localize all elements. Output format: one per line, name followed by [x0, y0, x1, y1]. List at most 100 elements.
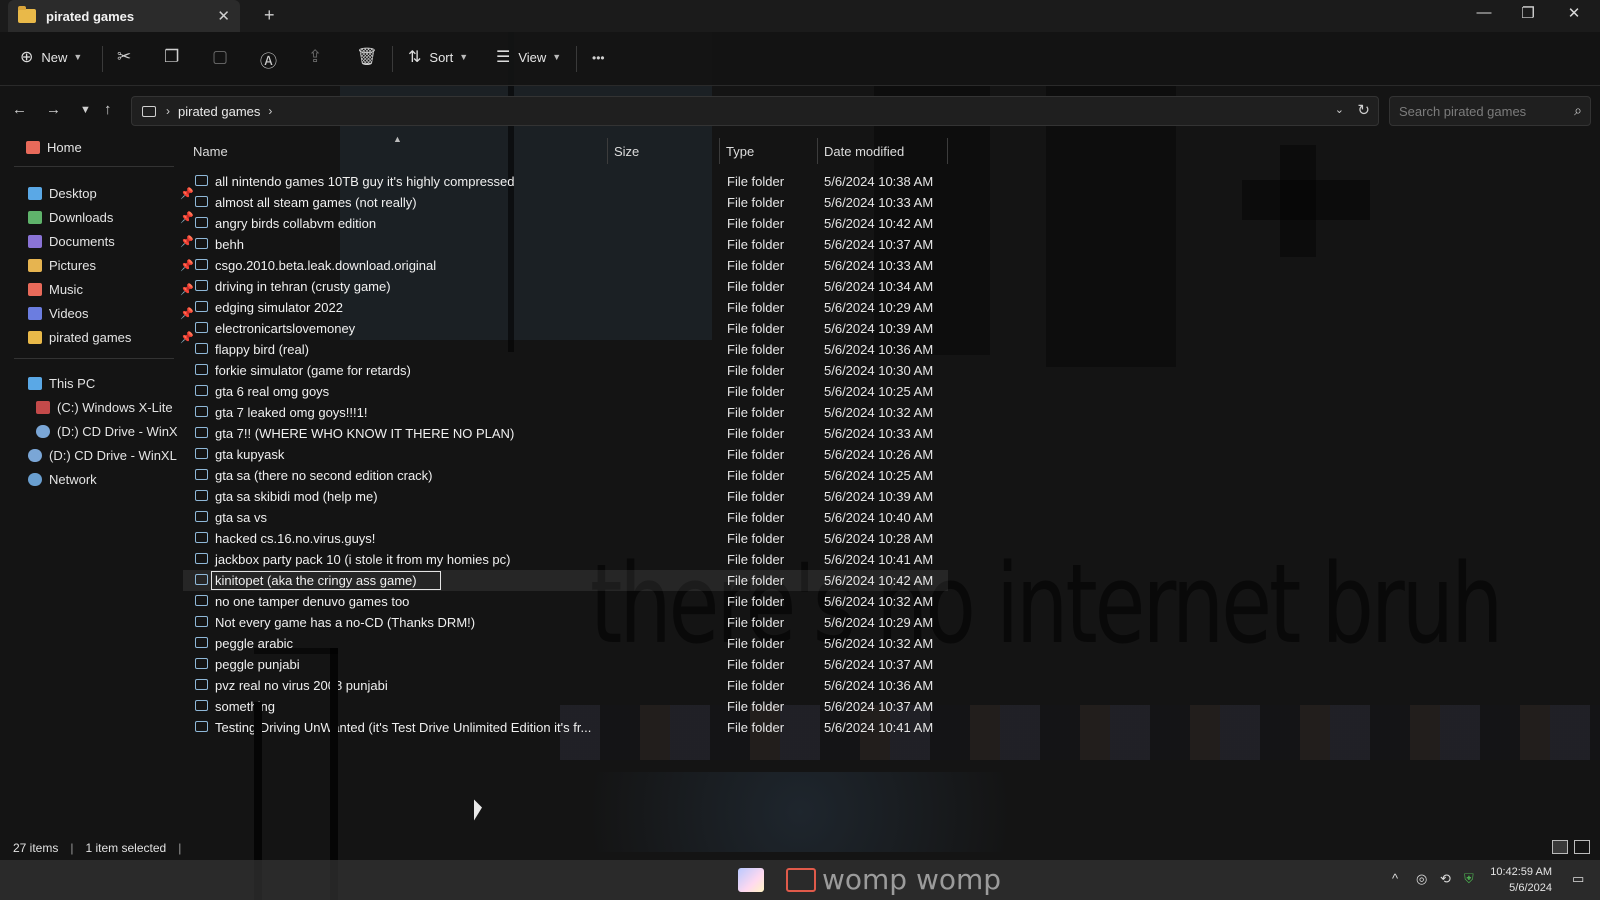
file-name[interactable]: gta sa vs: [215, 510, 267, 525]
file-name[interactable]: gta kupyask: [215, 447, 284, 462]
notification-icon[interactable]: ▭: [1572, 871, 1584, 887]
trash-icon[interactable]: 🗑: [356, 47, 378, 67]
file-name[interactable]: gta sa skibidi mod (help me): [215, 489, 378, 504]
file-name[interactable]: peggle arabic: [215, 636, 293, 651]
column-divider[interactable]: [607, 138, 608, 164]
file-row[interactable]: gta sa (there no second edition crack) Fi…: [183, 465, 948, 486]
file-name[interactable]: forkie simulator (game for retards): [215, 363, 411, 378]
file-row[interactable]: gta 7!! (WHERE WHO KNOW IT THERE NO PLAN…: [183, 423, 948, 444]
recent-locations-icon[interactable]: ▼: [80, 104, 91, 116]
file-row[interactable]: kinitopet (aka the cringy ass game) File …: [183, 570, 948, 591]
file-name[interactable]: no one tamper denuvo games too: [215, 594, 409, 609]
file-row[interactable]: gta 7 leaked omg goys!!!1! File folder 5/6…: [183, 402, 948, 423]
sidebar-item-pictures[interactable]: Pictures 📌: [28, 254, 204, 276]
tab-pirated-games[interactable]: pirated games ✕: [8, 0, 240, 32]
column-date-modified[interactable]: Date modified: [824, 144, 904, 159]
column-size[interactable]: Size: [614, 144, 639, 159]
file-row[interactable]: driving in tehran (crusty game) File fold…: [183, 276, 948, 297]
file-row[interactable]: jackbox party pack 10 (i stole it from m…: [183, 549, 948, 570]
view-button[interactable]: ☰ View ▼: [496, 47, 561, 67]
file-name[interactable]: edging simulator 2022: [215, 300, 343, 315]
sync-tray-icon[interactable]: ⟲: [1440, 871, 1451, 887]
sidebar-item-network[interactable]: Network: [28, 468, 204, 490]
new-button[interactable]: ⊕ New ▼: [20, 47, 82, 67]
file-row[interactable]: something File folder 5/6/2024 10:37 AM: [183, 696, 948, 717]
sidebar-item-this-pc[interactable]: This PC: [28, 372, 204, 394]
column-divider[interactable]: [817, 138, 818, 164]
file-row[interactable]: gta sa vs File folder 5/6/2024 10:40 AM: [183, 507, 948, 528]
file-name[interactable]: flappy bird (real): [215, 342, 309, 357]
file-name[interactable]: csgo.2010.beta.leak.download.original: [215, 258, 436, 273]
breadcrumb-chevron-icon[interactable]: ›: [166, 104, 170, 118]
sort-button[interactable]: ⇅ Sort ▼: [408, 47, 468, 67]
file-name[interactable]: behh: [215, 237, 244, 252]
rename-icon[interactable]: Ⓐ: [260, 47, 277, 72]
file-name[interactable]: something: [215, 699, 275, 714]
file-name[interactable]: gta 7 leaked omg goys!!!1!: [215, 405, 367, 420]
taskbar-clock[interactable]: 10:42:59 AM 5/6/2024: [1488, 864, 1552, 896]
sidebar-item-drive-d-alt[interactable]: (D:) CD Drive - WinXL: [28, 444, 204, 466]
file-row[interactable]: gta kupyask File folder 5/6/2024 10:26 AM: [183, 444, 948, 465]
details-view-icon[interactable]: [1552, 840, 1568, 854]
file-name[interactable]: electronicartslovemoney: [215, 321, 355, 336]
sidebar-item-videos[interactable]: Videos 📌: [28, 302, 204, 324]
address-bar[interactable]: › pirated games › ⌄ ↻: [131, 96, 1379, 126]
file-name[interactable]: all nintendo games 10TB guy it's highly …: [215, 174, 514, 189]
file-row[interactable]: gta 6 real omg goys File folder 5/6/2024 1…: [183, 381, 948, 402]
file-name[interactable]: kinitopet (aka the cringy ass game): [211, 571, 441, 590]
close-tab-icon[interactable]: ✕: [217, 7, 230, 25]
file-row[interactable]: Not every game has a no-CD (Thanks DRM!)…: [183, 612, 948, 633]
file-row[interactable]: electronicartslovemoney File folder 5/6/20…: [183, 318, 948, 339]
file-row[interactable]: edging simulator 2022 File folder 5/6/2024…: [183, 297, 948, 318]
sidebar-item-downloads[interactable]: Downloads 📌: [28, 206, 204, 228]
up-arrow-icon[interactable]: ↑: [104, 101, 112, 118]
back-arrow-icon[interactable]: ←: [12, 101, 27, 118]
file-row[interactable]: Testing Driving UnWanted (it's Test Driv…: [183, 717, 948, 738]
file-row[interactable]: hacked cs.16.no.virus.guys! File folder 5/…: [183, 528, 948, 549]
column-divider[interactable]: [719, 138, 720, 164]
file-explorer-icon[interactable]: [786, 868, 816, 892]
file-name[interactable]: Testing Driving UnWanted (it's Test Driv…: [215, 720, 591, 735]
file-row[interactable]: no one tamper denuvo games too File folde…: [183, 591, 948, 612]
file-row[interactable]: forkie simulator (game for retards) File …: [183, 360, 948, 381]
restore-button[interactable]: ❐: [1518, 4, 1538, 22]
file-name[interactable]: pvz real no virus 2008 punjabi: [215, 678, 388, 693]
file-name[interactable]: jackbox party pack 10 (i stole it from m…: [215, 552, 511, 567]
security-tray-icon[interactable]: ⛨: [1464, 871, 1474, 887]
new-tab-button[interactable]: +: [264, 5, 275, 26]
file-row[interactable]: all nintendo games 10TB guy it's highly …: [183, 171, 948, 192]
file-name[interactable]: Not every game has a no-CD (Thanks DRM!): [215, 615, 475, 630]
minimize-button[interactable]: —: [1474, 4, 1494, 21]
clipboard-icon[interactable]: ▢: [212, 47, 228, 67]
file-name[interactable]: driving in tehran (crusty game): [215, 279, 391, 294]
copy-icon[interactable]: ❐: [164, 47, 179, 67]
file-name[interactable]: almost all steam games (not really): [215, 195, 417, 210]
column-divider[interactable]: [947, 138, 948, 164]
sidebar-item-pirated-games[interactable]: pirated games 📌: [28, 326, 204, 348]
search-icon[interactable]: ⌕: [1574, 102, 1582, 119]
file-name[interactable]: gta 6 real omg goys: [215, 384, 329, 399]
file-row[interactable]: almost all steam games (not really) File …: [183, 192, 948, 213]
file-row[interactable]: flappy bird (real) File folder 5/6/2024 10…: [183, 339, 948, 360]
close-window-button[interactable]: ✕: [1564, 4, 1584, 22]
file-name[interactable]: peggle punjabi: [215, 657, 300, 672]
chevron-up-icon[interactable]: ^: [1392, 871, 1398, 886]
scissors-icon[interactable]: ✂: [117, 47, 131, 67]
file-row[interactable]: pvz real no virus 2008 punjabi File folde…: [183, 675, 948, 696]
sidebar-item-music[interactable]: Music 📌: [28, 278, 204, 300]
file-row[interactable]: angry birds collabvm edition File folder 5…: [183, 213, 948, 234]
taskbar-app-icon[interactable]: [738, 868, 764, 892]
search-input[interactable]: [1390, 97, 1555, 125]
column-name[interactable]: Name: [193, 144, 228, 159]
refresh-icon[interactable]: ↻: [1357, 101, 1370, 119]
sidebar-item-desktop[interactable]: Desktop 📌: [28, 182, 204, 204]
chevron-down-icon[interactable]: ⌄: [1335, 103, 1344, 116]
tiles-view-icon[interactable]: [1574, 840, 1590, 854]
file-name[interactable]: angry birds collabvm edition: [215, 216, 376, 231]
forward-arrow-icon[interactable]: →: [46, 101, 61, 118]
file-row[interactable]: behh File folder 5/6/2024 10:37 AM: [183, 234, 948, 255]
more-icon[interactable]: •••: [592, 51, 605, 65]
network-tray-icon[interactable]: ◎: [1416, 871, 1427, 887]
file-row[interactable]: csgo.2010.beta.leak.download.original Fil…: [183, 255, 948, 276]
column-type[interactable]: Type: [726, 144, 754, 159]
